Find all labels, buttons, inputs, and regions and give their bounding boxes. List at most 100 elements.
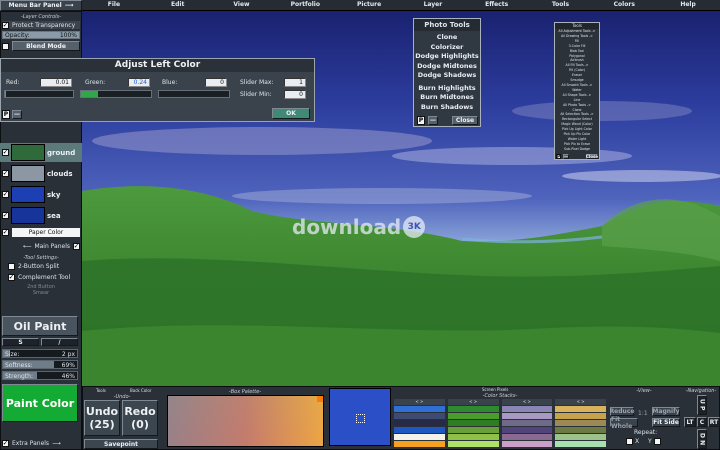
color-swatch[interactable] (394, 420, 445, 426)
color-swatch[interactable] (447, 434, 499, 440)
color-swatch[interactable] (447, 406, 499, 412)
protect-transparency-row[interactable]: ✓ Protect Transparency (2, 21, 80, 29)
photo-tools-close-button[interactable]: Close (452, 116, 478, 125)
menu-layer[interactable]: Layer (401, 0, 465, 10)
color-swatch[interactable] (555, 427, 606, 433)
back-color-tab-label[interactable]: Back Color (130, 388, 151, 393)
extra-panels-checkbox[interactable]: ✓ (2, 439, 9, 447)
photo-tools-p-button[interactable]: P (417, 116, 425, 125)
photo-tool-item[interactable]: Dodge Midtones (415, 62, 479, 72)
strength-row[interactable]: Strength: 46% (2, 371, 78, 380)
menu-edit[interactable]: Edit (146, 0, 210, 10)
paper-color-button[interactable]: Paper Color (12, 228, 80, 237)
complement-tool-checkbox[interactable]: ✓ (8, 273, 15, 281)
redo-button[interactable]: Redo (0) (122, 400, 158, 436)
blend-mode-checkbox[interactable] (2, 42, 9, 50)
paint-color-button[interactable]: Paint Color (2, 384, 78, 422)
repeat-x-row[interactable]: X (626, 438, 639, 445)
repeat-y-checkbox[interactable] (653, 438, 661, 445)
blue-field[interactable]: 0 (205, 78, 227, 87)
nav-right-button[interactable]: RT (708, 417, 720, 427)
main-panels-checkbox[interactable]: ✓ (73, 242, 80, 250)
tools-list-minimize-button[interactable]: — (563, 154, 569, 159)
extra-panels-row[interactable]: ✓ Extra Panels ⟶ (2, 438, 80, 448)
menu-help[interactable]: Help (656, 0, 720, 10)
color-stack-tab[interactable]: < > (394, 399, 445, 405)
menu-effects[interactable]: Effects (465, 0, 529, 10)
color-swatch[interactable] (555, 413, 606, 419)
nav-left-button[interactable]: LT (684, 417, 696, 427)
nav-center-button[interactable]: C (697, 417, 707, 427)
color-stack-tab[interactable]: < > (555, 399, 606, 405)
color-swatch[interactable] (501, 441, 553, 447)
blend-mode-button[interactable]: Blend Mode (12, 41, 80, 51)
tool-option-slash[interactable]: / (41, 338, 78, 346)
nav-up-button[interactable]: U P (697, 395, 707, 415)
color-swatch[interactable] (501, 434, 553, 440)
photo-tool-item[interactable]: Dodge Shadows (415, 71, 479, 81)
menu-bar-panel-button[interactable]: Menu Bar Panel ⟶ (0, 0, 82, 11)
photo-tool-item[interactable]: Dodge Highlights (415, 52, 479, 62)
paper-color-checkbox[interactable]: ✓ (2, 229, 9, 236)
layer-visibility-checkbox[interactable]: ✓ (2, 212, 9, 219)
menu-portfolio[interactable]: Portfolio (273, 0, 337, 10)
color-swatch[interactable] (501, 420, 553, 426)
undo-button[interactable]: Undo (25) (84, 400, 120, 436)
slider-max-field[interactable]: 1 (284, 78, 306, 87)
paper-color-row[interactable]: ✓ Paper Color (2, 228, 80, 237)
two-button-split-checkbox[interactable] (8, 262, 15, 270)
color-swatch[interactable] (555, 441, 606, 447)
menu-colors[interactable]: Colors (592, 0, 656, 10)
blue-slider[interactable] (158, 90, 230, 98)
photo-tool-item[interactable]: Burn Shadows (415, 103, 479, 113)
color-swatch[interactable] (501, 427, 553, 433)
ok-button[interactable]: OK (272, 108, 310, 119)
tool-name-button[interactable]: Oil Paint (2, 316, 78, 336)
opacity-row[interactable]: Opacity: 100% (2, 31, 80, 39)
fit-side-button[interactable]: Fit Side (652, 418, 680, 427)
layer-row[interactable]: ✓ clouds (0, 164, 82, 183)
two-button-split-row[interactable]: 2-Button Split (8, 262, 59, 270)
layer-visibility-checkbox[interactable]: ✓ (2, 191, 9, 198)
blend-mode-row[interactable]: Blend Mode (2, 41, 80, 51)
photo-tool-item[interactable]: Burn Midtones (415, 93, 479, 103)
dialog-minimize-button[interactable]: — (12, 110, 22, 119)
main-panels-row[interactable]: ⟵ Main Panels ✓ (2, 241, 80, 251)
slider-min-field[interactable]: 0 (284, 90, 306, 99)
color-swatch[interactable] (394, 441, 445, 447)
color-swatch[interactable] (394, 413, 445, 419)
layer-visibility-checkbox[interactable]: ✓ (2, 149, 9, 156)
savepoint-button[interactable]: Savepoint (84, 439, 158, 449)
color-swatch[interactable] (447, 427, 499, 433)
dialog-p-button[interactable]: P (2, 110, 10, 119)
menu-picture[interactable]: Picture (337, 0, 401, 10)
green-slider[interactable] (80, 90, 152, 98)
tools-tab-label[interactable]: Tools (96, 388, 106, 393)
tools-list-p-button[interactable]: P (556, 154, 561, 159)
green-field[interactable]: 0.24 (128, 78, 150, 87)
photo-tool-item[interactable]: Colorizer (415, 43, 479, 53)
menu-tools[interactable]: Tools (529, 0, 593, 10)
color-swatch[interactable] (555, 406, 606, 412)
tool-option-s[interactable]: S (2, 338, 39, 346)
box-palette[interactable] (167, 395, 324, 447)
size-row[interactable]: Size: 2 px (2, 349, 78, 358)
photo-tools-minimize-button[interactable]: — (428, 116, 438, 125)
tools-list-item[interactable]: Sub-Pixel Dodge (556, 147, 598, 152)
color-swatch[interactable] (447, 413, 499, 419)
color-swatch[interactable] (447, 441, 499, 447)
color-swatch[interactable] (555, 420, 606, 426)
nav-down-button[interactable]: D N (697, 429, 707, 449)
color-swatch[interactable] (394, 434, 445, 440)
layer-visibility-checkbox[interactable]: ✓ (2, 170, 9, 177)
color-swatch[interactable] (501, 406, 553, 412)
screen-pixels-view[interactable] (329, 388, 391, 446)
color-swatch[interactable] (447, 420, 499, 426)
color-swatch[interactable] (555, 434, 606, 440)
protect-transparency-checkbox[interactable]: ✓ (2, 21, 9, 29)
layer-row[interactable]: ✓ sea (0, 206, 82, 225)
menu-view[interactable]: View (210, 0, 274, 10)
softness-row[interactable]: Softness: 69% (2, 360, 78, 369)
red-slider[interactable] (4, 90, 74, 98)
layer-row[interactable]: ✓ sky (0, 185, 82, 204)
